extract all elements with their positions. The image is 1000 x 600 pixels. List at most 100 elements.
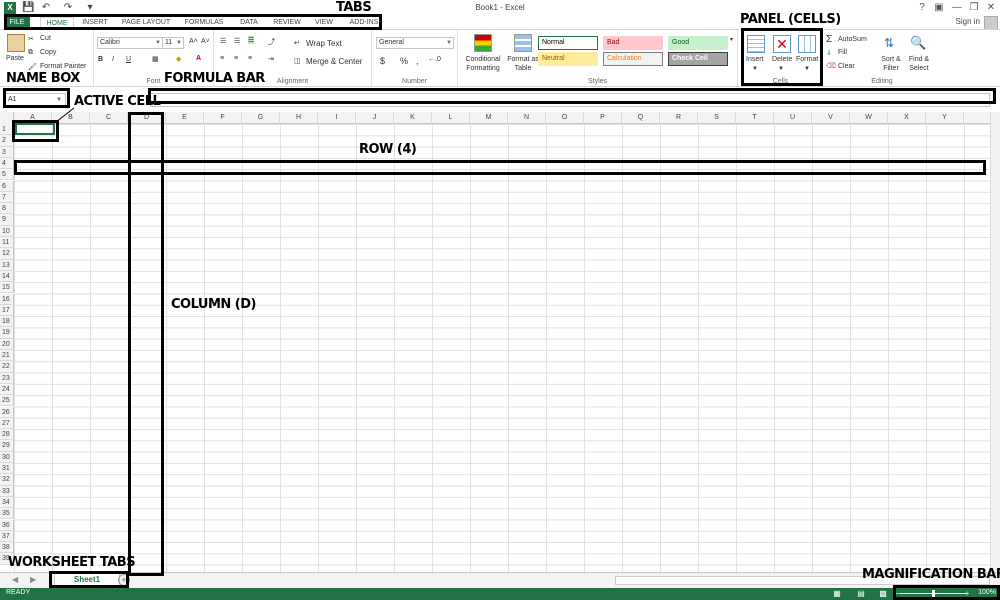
row-header[interactable]: 9 — [0, 214, 14, 226]
column-header[interactable]: G — [242, 112, 280, 124]
column-header[interactable]: Y — [926, 112, 964, 124]
clear-button[interactable]: Clear — [838, 63, 855, 70]
minimize-icon[interactable]: — — [950, 1, 964, 15]
sort-filter-icon[interactable]: ⇅ — [884, 36, 894, 50]
style-good[interactable]: Good — [668, 36, 728, 50]
borders-icon[interactable]: ▦ — [152, 55, 159, 63]
conditional-formatting-button[interactable]: Conditional Formatting — [461, 55, 505, 73]
row-header[interactable]: 18 — [0, 316, 14, 328]
copy-icon[interactable]: ⧉ — [28, 49, 33, 57]
comma-button[interactable]: , — [416, 56, 419, 66]
ribbon-display-icon[interactable]: ▣ — [932, 1, 946, 15]
column-header[interactable]: V — [812, 112, 850, 124]
conditional-formatting-icon[interactable] — [474, 34, 492, 52]
align-bottom-icon[interactable]: ☰ — [248, 36, 255, 44]
column-header[interactable]: E — [166, 112, 204, 124]
find-icon[interactable]: 🔍 — [910, 35, 926, 51]
sort-filter-button[interactable]: Sort & Filter — [880, 55, 902, 73]
font-name-select[interactable]: Calibri ▼ — [97, 37, 163, 49]
normal-view-icon[interactable]: ▦ — [832, 589, 842, 598]
avatar[interactable] — [984, 16, 998, 30]
row-header[interactable]: 33 — [0, 485, 14, 497]
style-normal[interactable]: Normal — [538, 36, 598, 50]
row-header[interactable]: 11 — [0, 237, 14, 249]
font-color-icon[interactable]: A — [196, 55, 201, 62]
style-bad[interactable]: Bad — [603, 36, 663, 50]
row-header[interactable]: 28 — [0, 429, 14, 441]
row-header[interactable]: 36 — [0, 519, 14, 531]
column-header[interactable]: Q — [622, 112, 660, 124]
column-header[interactable]: M — [470, 112, 508, 124]
row-header[interactable]: 24 — [0, 383, 14, 396]
prev-sheet-icon[interactable]: ◀ — [12, 575, 18, 584]
row-header[interactable]: 4 — [0, 157, 14, 170]
column-header[interactable]: N — [508, 112, 546, 124]
column-header[interactable]: R — [660, 112, 698, 124]
row-header[interactable]: 6 — [0, 180, 14, 192]
cut-button[interactable]: Cut — [40, 35, 51, 42]
italic-button[interactable]: I — [112, 56, 114, 63]
currency-button[interactable]: $ — [380, 56, 385, 66]
styles-more-icon[interactable]: ▾ — [730, 36, 733, 43]
column-header[interactable]: L — [432, 112, 470, 124]
format-painter-button[interactable]: Format Painter — [40, 63, 86, 70]
column-header[interactable]: T — [736, 112, 774, 124]
merge-center-button[interactable]: Merge & Center — [306, 57, 362, 66]
style-calculation[interactable]: Calculation — [603, 52, 663, 66]
column-header[interactable]: I — [318, 112, 356, 124]
row-header[interactable]: 14 — [0, 270, 14, 283]
page-layout-view-icon[interactable]: ▤ — [856, 589, 866, 598]
style-neutral[interactable]: Neutral — [538, 52, 598, 66]
eraser-icon[interactable]: ⌫ — [826, 62, 836, 70]
next-sheet-icon[interactable]: ▶ — [30, 575, 36, 584]
column-header[interactable]: F — [204, 112, 242, 124]
format-painter-icon[interactable]: 🖌 — [28, 63, 37, 71]
row-header[interactable]: 26 — [0, 406, 14, 418]
column-header[interactable]: X — [888, 112, 926, 124]
autosum-icon[interactable]: Σ — [826, 34, 832, 45]
sign-in-link[interactable]: Sign in — [956, 17, 980, 26]
style-check-cell[interactable]: Check Cell — [668, 52, 728, 66]
row-header[interactable]: 21 — [0, 350, 14, 362]
row-header[interactable]: 16 — [0, 293, 14, 305]
row-header[interactable]: 7 — [0, 191, 14, 204]
row-header[interactable]: 3 — [0, 146, 14, 158]
row-header[interactable]: 38 — [0, 542, 14, 554]
decrease-font-icon[interactable]: A˅ — [201, 38, 210, 45]
row-header[interactable]: 27 — [0, 417, 14, 430]
merge-center-icon[interactable]: ◫ — [294, 57, 301, 65]
copy-button[interactable]: Copy — [40, 49, 56, 56]
paste-button[interactable]: Paste — [6, 55, 24, 62]
close-icon[interactable]: ✕ — [984, 1, 998, 15]
cut-icon[interactable]: ✂ — [28, 35, 34, 43]
column-header[interactable]: H — [280, 112, 318, 124]
autosum-button[interactable]: AutoSum — [838, 36, 867, 43]
row-header[interactable]: 37 — [0, 530, 14, 543]
row-header[interactable]: 31 — [0, 463, 14, 475]
font-size-select[interactable]: 11 ▼ — [162, 37, 184, 49]
column-header[interactable]: J — [356, 112, 394, 124]
vertical-scrollbar[interactable] — [990, 112, 1000, 572]
column-header[interactable]: U — [774, 112, 812, 124]
underline-button[interactable]: U — [126, 56, 131, 63]
format-as-table-icon[interactable] — [514, 34, 532, 52]
percent-button[interactable]: % — [400, 56, 408, 66]
column-header[interactable]: W — [850, 112, 888, 124]
indent-icon[interactable]: ⇥ — [268, 55, 274, 63]
column-header[interactable]: P — [584, 112, 622, 124]
row-header[interactable]: 35 — [0, 508, 14, 520]
restore-icon[interactable]: ❐ — [967, 1, 981, 15]
column-header[interactable]: C — [90, 112, 128, 124]
row-header[interactable]: 5 — [0, 169, 14, 181]
column-header[interactable]: S — [698, 112, 736, 124]
align-top-icon[interactable]: ☰ — [220, 37, 226, 45]
align-left-icon[interactable]: ≡ — [220, 55, 224, 62]
row-header[interactable]: 30 — [0, 451, 14, 463]
row-header[interactable]: 25 — [0, 395, 14, 407]
orientation-icon[interactable]: ⤴ — [268, 37, 275, 47]
help-button[interactable]: ? — [915, 1, 929, 15]
wrap-text-button[interactable]: Wrap Text — [306, 39, 342, 48]
fill-icon[interactable]: ⇓ — [826, 49, 832, 57]
bold-button[interactable]: B — [98, 56, 103, 63]
row-header[interactable]: 15 — [0, 282, 14, 294]
